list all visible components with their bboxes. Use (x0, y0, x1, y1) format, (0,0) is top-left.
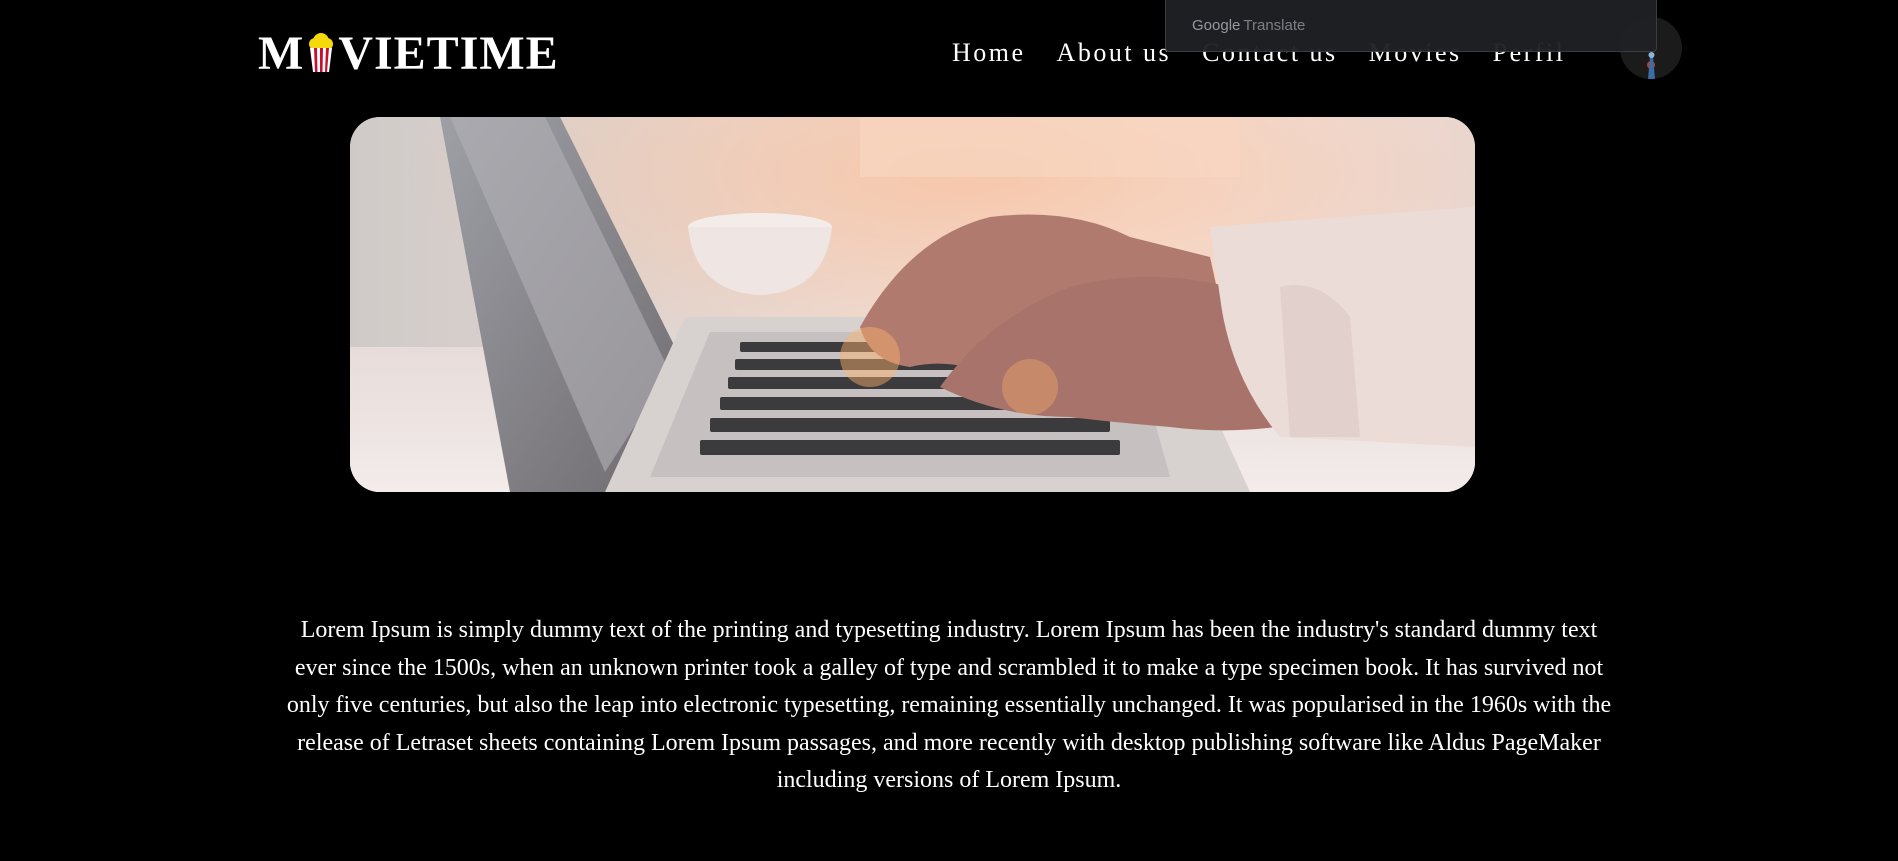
nav-about-us[interactable]: About us (1057, 38, 1172, 68)
site-logo[interactable]: M VIETIME (258, 28, 559, 80)
logo-text-start: M (258, 27, 305, 80)
nav-home[interactable]: Home (952, 38, 1026, 68)
logo-text-end: VIETIME (338, 27, 559, 80)
intro-paragraph: Lorem Ipsum is simply dummy text of the … (286, 617, 1612, 793)
popcorn-icon (306, 32, 336, 72)
google-translate-bar[interactable]: Google Translate (1165, 0, 1657, 52)
hero-image (350, 117, 1475, 492)
google-label: Google (1192, 17, 1241, 34)
translate-label: Translate (1243, 17, 1306, 34)
laptop-typing-photo (350, 117, 1475, 492)
